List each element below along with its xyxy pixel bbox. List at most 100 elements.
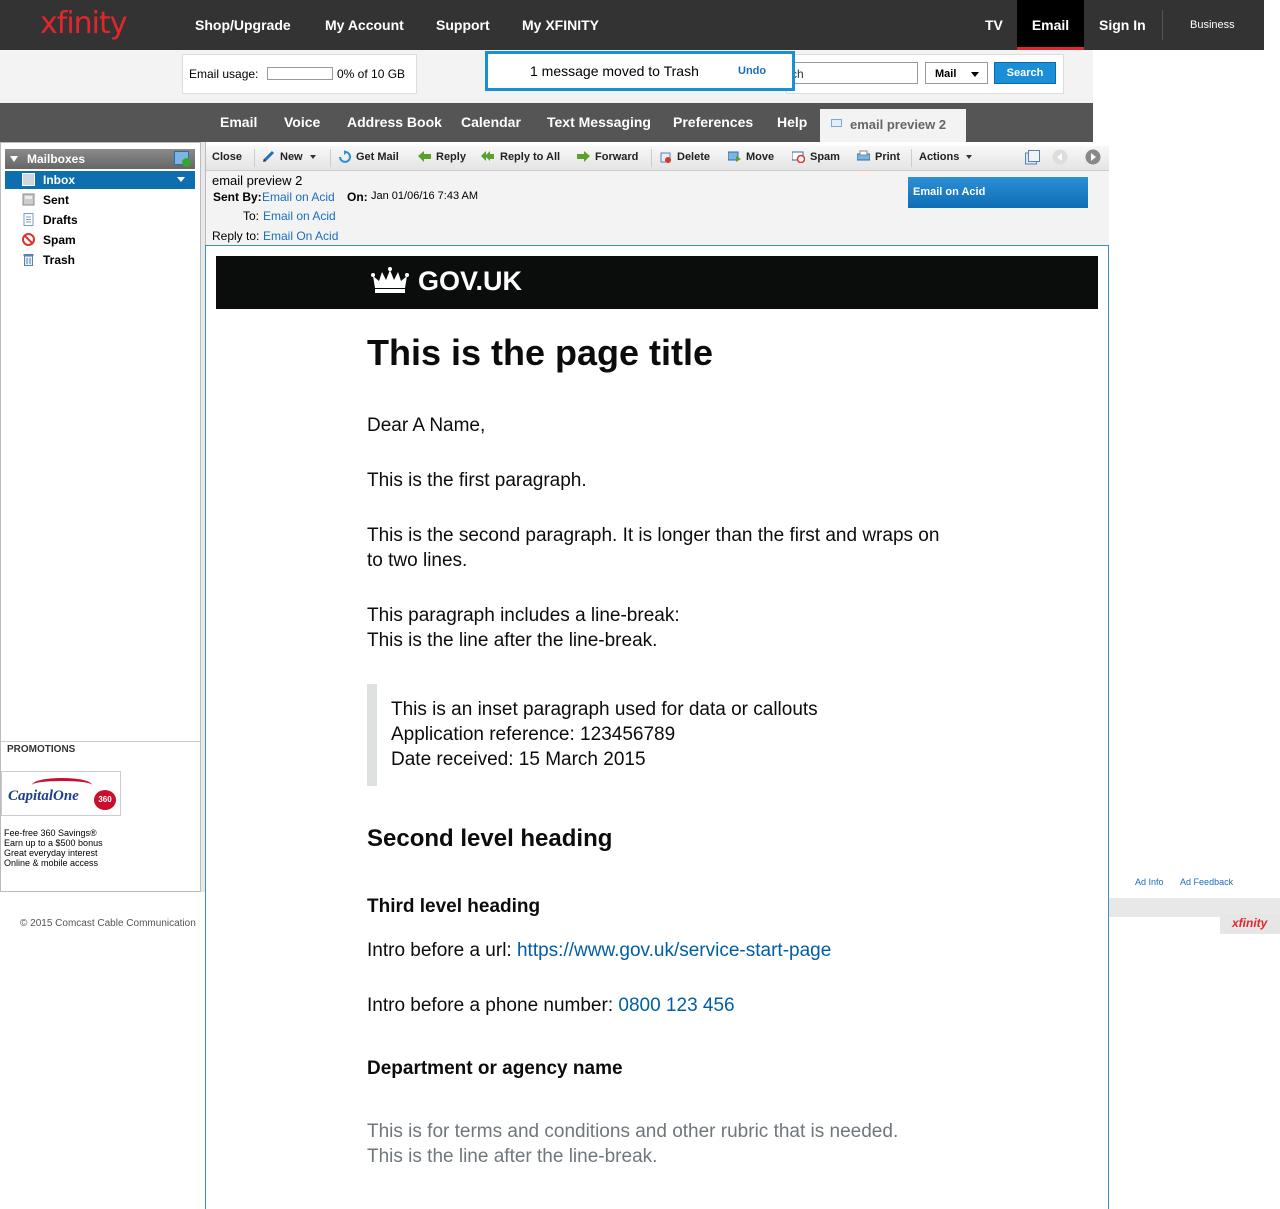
get-mail-button[interactable]: Get Mail [356, 151, 399, 163]
promotions-title: PROMOTIONS [7, 744, 76, 755]
tab-help[interactable]: Help [777, 114, 807, 130]
phone-intro: Intro before a phone number: [367, 995, 619, 1016]
close-button[interactable]: Close [212, 151, 242, 163]
promo-line: Great everyday interest [4, 848, 98, 858]
notification-toast: 1 message moved to Trash Undo [485, 51, 795, 91]
folder-sent[interactable]: Sent [21, 191, 195, 209]
search-scope-value: Mail [935, 68, 957, 80]
xfinity-footer-logo[interactable]: xfinity [1220, 914, 1280, 934]
folder-spam-label: Spam [43, 233, 76, 247]
sender-link[interactable]: Email on Acid [262, 190, 335, 204]
nav-email[interactable]: Email [1017, 0, 1084, 50]
capital-one-ad[interactable]: CapitalOne 360 [1, 771, 121, 816]
paragraph-3-line-2: This is the line after the line-break. [367, 630, 658, 651]
chevron-down-icon [971, 72, 979, 77]
folder-drafts[interactable]: Drafts [21, 211, 195, 229]
ad-info-link[interactable]: Ad Info [1135, 877, 1164, 887]
forward-icon [577, 151, 590, 162]
inset-line-3: Date received: 15 March 2015 [391, 749, 646, 770]
promo-line: Online & mobile access [4, 858, 99, 868]
inset-paragraph: This is an inset paragraph used for data… [391, 697, 818, 772]
folder-inbox[interactable]: Inbox [5, 171, 195, 189]
tab-email-preview-label: email preview 2 [850, 117, 947, 132]
rubric: This is for terms and conditions and oth… [367, 1119, 898, 1169]
nav-tv[interactable]: TV [985, 17, 1003, 33]
tab-email-preview[interactable]: email preview 2 [820, 109, 966, 142]
third-level-heading: Third level heading [367, 896, 541, 917]
inset-line-2: Application reference: 123456789 [391, 724, 676, 745]
capital-one-logo: CapitalOne [8, 788, 79, 804]
reply-to-link[interactable]: Email On Acid [263, 229, 338, 243]
reply-to-label: Reply to: [212, 229, 260, 243]
page-title: This is the page title [367, 332, 714, 373]
search-input[interactable]: ch [786, 62, 918, 84]
forward-button[interactable]: Forward [595, 151, 638, 163]
search-scope-select[interactable]: Mail [925, 62, 988, 84]
date-label: On: [347, 190, 368, 204]
actions-button[interactable]: Actions [919, 151, 973, 163]
delete-button[interactable]: Delete [677, 151, 710, 163]
spam-icon [792, 151, 805, 163]
crown-icon [368, 266, 412, 298]
previous-message-icon[interactable] [1052, 149, 1068, 165]
nav-sign-in[interactable]: Sign In [1099, 17, 1146, 33]
tab-address-book[interactable]: Address Book [347, 114, 442, 130]
search-button[interactable]: Search [994, 62, 1056, 84]
spam-button[interactable]: Spam [810, 151, 840, 163]
recipient-link[interactable]: Email on Acid [263, 209, 336, 223]
phone-link[interactable]: 0800 123 456 [618, 995, 734, 1016]
toolbar-divider [651, 149, 652, 167]
tab-email[interactable]: Email [220, 114, 257, 130]
ad-feedback-link[interactable]: Ad Feedback [1180, 877, 1233, 887]
divider [1, 741, 200, 742]
folder-spam[interactable]: Spam [21, 231, 195, 249]
reply-icon [418, 151, 431, 162]
tab-preferences[interactable]: Preferences [673, 114, 753, 130]
paragraph-3-line-1: This paragraph includes a line-break: [367, 605, 680, 626]
ad-links: Ad Info Ad Feedback [1135, 877, 1233, 887]
tab-calendar[interactable]: Calendar [461, 114, 521, 130]
mailboxes-header[interactable]: Mailboxes [5, 149, 195, 169]
folder-trash[interactable]: Trash [21, 251, 195, 269]
folder-drafts-label: Drafts [43, 213, 78, 227]
toast-message: 1 message moved to Trash [530, 63, 699, 79]
chevron-down-icon[interactable] [177, 177, 185, 182]
rubric-line-2: This is the line after the line-break. [367, 1146, 658, 1167]
reply-button[interactable]: Reply [436, 151, 466, 163]
nav-my-xfinity[interactable]: My XFINITY [522, 17, 599, 33]
gov-uk-header [216, 256, 1098, 309]
move-button[interactable]: Move [746, 151, 774, 163]
to-label: To: [243, 209, 260, 223]
nav-support[interactable]: Support [436, 17, 490, 33]
email-usage-value: 0% of 10 GB [337, 67, 406, 81]
paragraph-2-line-1: This is the second paragraph. It is long… [367, 525, 940, 546]
add-folder-icon[interactable] [174, 151, 191, 167]
nav-shop-upgrade[interactable]: Shop/Upgrade [195, 17, 291, 33]
reply-all-button[interactable]: Reply to All [500, 151, 560, 163]
next-message-icon[interactable] [1085, 149, 1101, 165]
inbox-icon [22, 173, 35, 186]
chevron-down-icon [309, 155, 316, 160]
tab-voice[interactable]: Voice [284, 114, 320, 130]
service-url-link[interactable]: https://www.gov.uk/service-start-page [517, 940, 831, 961]
email-usage-progress-bar [267, 67, 333, 80]
inset-border [367, 684, 377, 786]
spam-icon [22, 233, 35, 246]
xfinity-logo[interactable]: xfinity [40, 6, 128, 41]
url-paragraph: Intro before a url: https://www.gov.uk/s… [367, 938, 831, 963]
new-button[interactable]: New [280, 151, 316, 163]
paragraph-2-line-2: to two lines. [367, 550, 468, 571]
trash-icon [23, 254, 34, 266]
tab-text-messaging[interactable]: Text Messaging [547, 114, 651, 130]
gov-uk-logo[interactable]: GOV.UK [418, 266, 522, 297]
print-icon [857, 150, 870, 161]
popout-icon[interactable] [1025, 150, 1040, 165]
undo-link[interactable]: Undo [738, 65, 766, 77]
promo-line: Earn up to a $500 bonus [4, 838, 103, 848]
greeting: Dear A Name, [367, 415, 486, 436]
promo-description[interactable]: Fee-free 360 Savings® Earn up to a $500 … [1, 828, 121, 874]
nav-my-account[interactable]: My Account [325, 17, 404, 33]
nav-business[interactable]: Business [1190, 19, 1235, 31]
print-button[interactable]: Print [875, 151, 900, 163]
sender-badge[interactable]: Email on Acid [908, 177, 1088, 208]
